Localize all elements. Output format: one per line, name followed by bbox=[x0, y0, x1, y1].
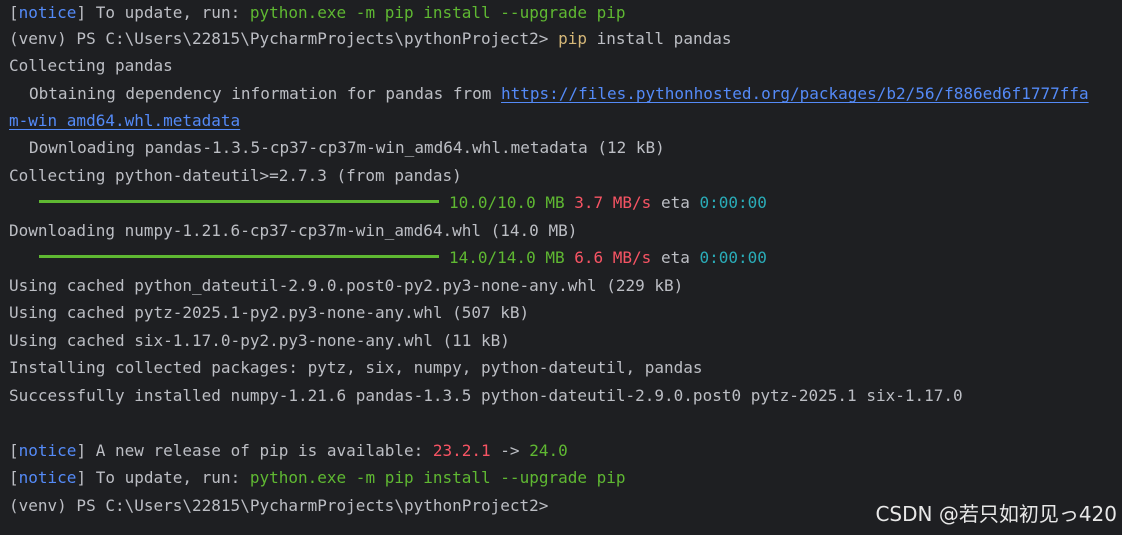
bracket: [ bbox=[9, 441, 19, 460]
version-arrow: -> bbox=[490, 441, 530, 460]
download-size: 10.0/10.0 MB bbox=[449, 193, 565, 212]
bracket: [ bbox=[9, 3, 19, 22]
download-size: 14.0/14.0 MB bbox=[449, 248, 565, 267]
download-progress-line: 10.0/10.0 MB 3.7 MB/s eta 0:00:00 bbox=[9, 189, 767, 216]
bracket: ] bbox=[76, 441, 87, 460]
upgrade-command: python.exe -m pip install --upgrade pip bbox=[249, 3, 626, 22]
output-line: Downloading numpy-1.21.6-cp37-cp37m-win_… bbox=[9, 221, 578, 240]
download-speed: 6.6 MB/s bbox=[574, 248, 652, 267]
shell-prompt: (venv) PS C:\Users\22815\PycharmProjects… bbox=[9, 496, 549, 515]
terminal-output[interactable]: [notice] To update, run: python.exe -m p… bbox=[0, 0, 1122, 535]
eta-label: eta bbox=[660, 248, 690, 267]
eta-label: eta bbox=[660, 193, 690, 212]
output-line: Using cached python_dateutil-2.9.0.post0… bbox=[9, 276, 684, 295]
eta-value: 0:00:00 bbox=[699, 248, 767, 267]
output-line: m-win_amd64.whl.metadata bbox=[9, 107, 240, 134]
old-version: 23.2.1 bbox=[432, 441, 491, 460]
metadata-link[interactable]: https://files.pythonhosted.org/packages/… bbox=[501, 84, 1089, 103]
bracket: ] bbox=[76, 468, 87, 487]
download-progress-line: 14.0/14.0 MB 6.6 MB/s eta 0:00:00 bbox=[9, 244, 767, 271]
notice-text: A new release of pip is available: bbox=[86, 441, 433, 460]
shell-prompt: (venv) PS C:\Users\22815\PycharmProjects… bbox=[9, 29, 559, 48]
output-line: Collecting pandas bbox=[9, 56, 173, 75]
output-line: Downloading pandas-1.3.5-cp37-cp37m-win_… bbox=[29, 138, 665, 157]
notice-tag: notice bbox=[18, 3, 77, 22]
download-speed: 3.7 MB/s bbox=[574, 193, 652, 212]
notice-text: To update, run: bbox=[86, 3, 250, 22]
notice-text: To update, run: bbox=[86, 468, 250, 487]
metadata-link-continued[interactable]: m-win_amd64.whl.metadata bbox=[9, 111, 240, 130]
output-line: Installing collected packages: pytz, six… bbox=[9, 358, 703, 377]
output-line: Obtaining dependency information for pan… bbox=[9, 80, 1089, 107]
csdn-watermark: CSDN @若只如初见っ420 bbox=[875, 502, 1117, 526]
command-pip: pip bbox=[558, 29, 587, 48]
bracket: [ bbox=[9, 468, 19, 487]
output-line: Collecting python-dateutil>=2.7.3 (from … bbox=[9, 166, 462, 185]
success-line: Successfully installed numpy-1.21.6 pand… bbox=[9, 386, 963, 405]
bracket: ] bbox=[76, 3, 87, 22]
notice-update-line: [notice] To update, run: python.exe -m p… bbox=[9, 464, 626, 491]
notice-tag: notice bbox=[18, 441, 77, 460]
eta-value: 0:00:00 bbox=[699, 193, 767, 212]
prompt-line: (venv) PS C:\Users\22815\PycharmProjects… bbox=[9, 492, 548, 519]
notice-release-line: [notice] A new release of pip is availab… bbox=[9, 437, 568, 464]
notice-tag: notice bbox=[18, 468, 77, 487]
new-version: 24.0 bbox=[529, 441, 568, 460]
prompt-line: (venv) PS C:\Users\22815\PycharmProjects… bbox=[9, 25, 731, 52]
progress-bar bbox=[39, 255, 439, 258]
output-line: Using cached pytz-2025.1-py2.py3-none-an… bbox=[9, 303, 530, 322]
notice-update-line: [notice] To update, run: python.exe -m p… bbox=[9, 0, 626, 26]
progress-bar bbox=[39, 200, 439, 203]
output-text: Obtaining dependency information for pan… bbox=[29, 84, 502, 103]
upgrade-command: python.exe -m pip install --upgrade pip bbox=[249, 468, 626, 487]
command-args: install pandas bbox=[586, 29, 732, 48]
output-line: Using cached six-1.17.0-py2.py3-none-any… bbox=[9, 331, 510, 350]
